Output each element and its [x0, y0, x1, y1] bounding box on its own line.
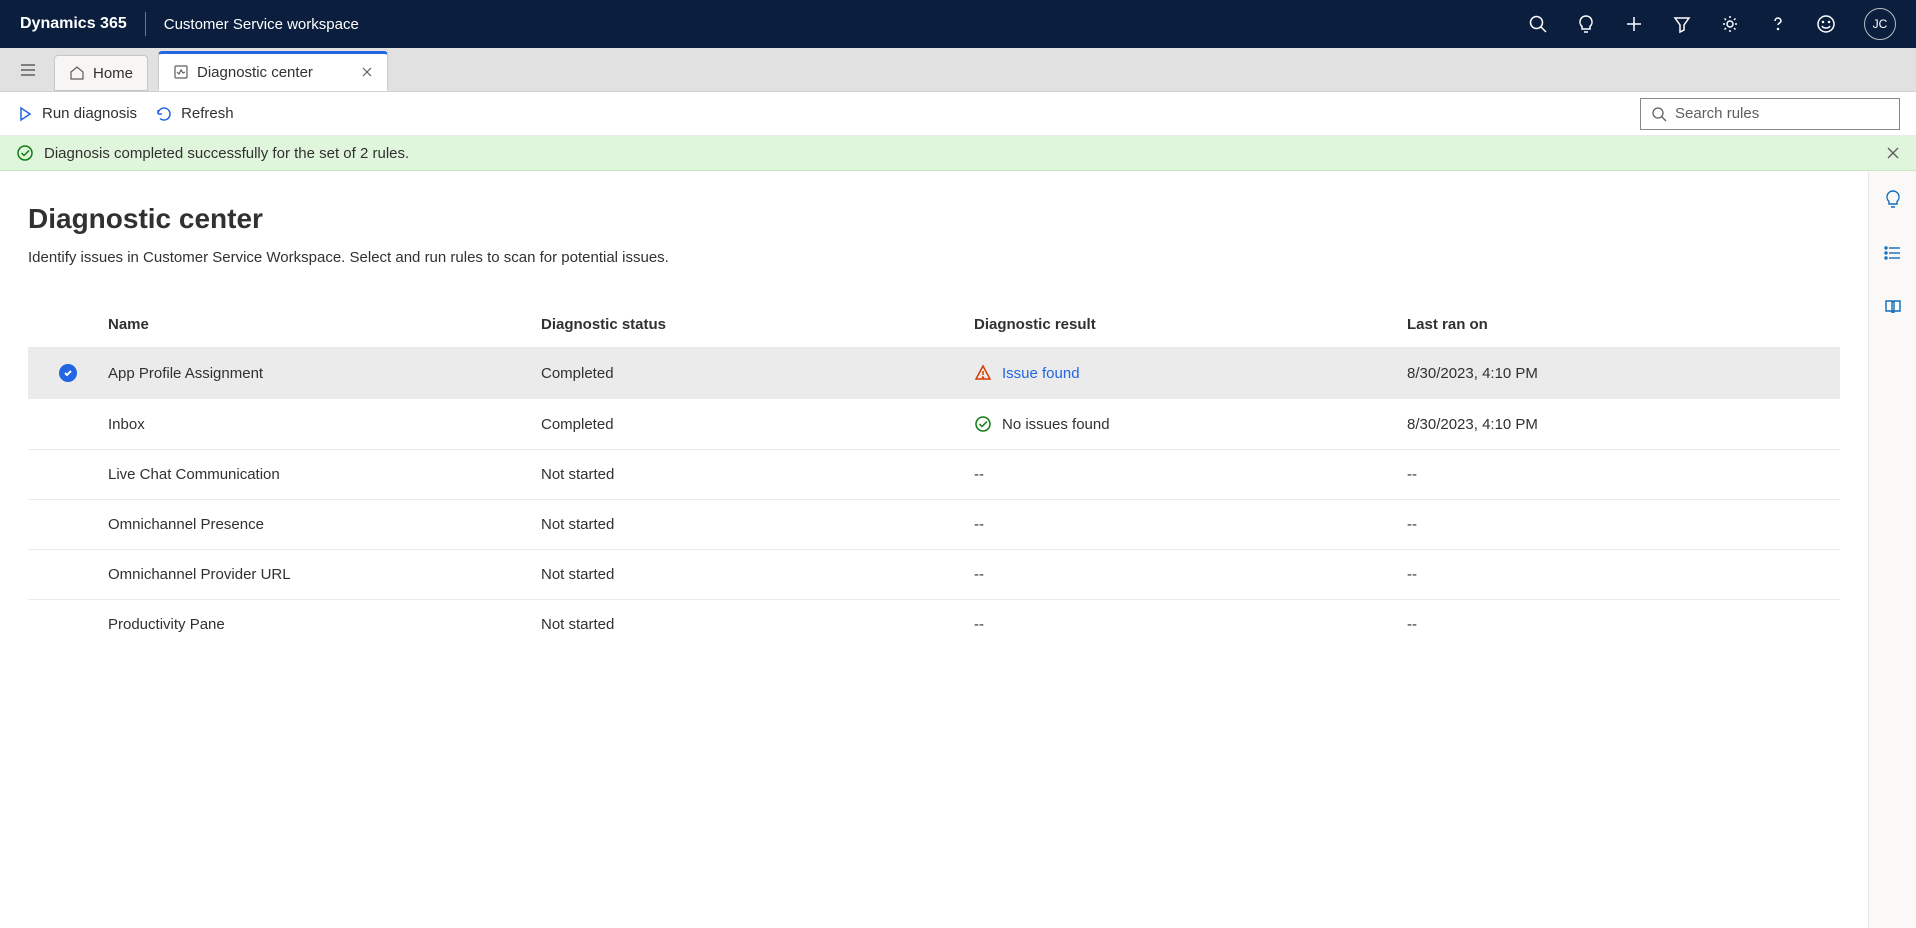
tab-bar: Home Diagnostic center	[0, 48, 1916, 92]
row-name: Productivity Pane	[108, 616, 541, 633]
col-name[interactable]: Name	[108, 316, 541, 333]
search-rules-box[interactable]	[1640, 98, 1900, 130]
warning-icon	[974, 364, 992, 382]
col-status[interactable]: Diagnostic status	[541, 316, 974, 333]
row-checked-icon	[59, 364, 77, 382]
rules-table: Name Diagnostic status Diagnostic result…	[28, 302, 1840, 649]
row-status: Not started	[541, 616, 974, 633]
row-name: Inbox	[108, 416, 541, 433]
row-status: Not started	[541, 516, 974, 533]
notification-text: Diagnosis completed successfully for the…	[44, 145, 1876, 162]
row-name: Live Chat Communication	[108, 466, 541, 483]
search-rules-input[interactable]	[1675, 105, 1889, 122]
search-icon[interactable]	[1528, 14, 1548, 34]
run-diagnosis-label: Run diagnosis	[42, 105, 137, 122]
row-name: Omnichannel Provider URL	[108, 566, 541, 583]
row-last-ran: --	[1407, 466, 1840, 483]
diagnostic-icon	[173, 64, 189, 80]
row-status: Not started	[541, 566, 974, 583]
row-last-ran: --	[1407, 566, 1840, 583]
success-notification: Diagnosis completed successfully for the…	[0, 136, 1916, 171]
tab-home-label: Home	[93, 65, 133, 82]
help-icon[interactable]	[1768, 14, 1788, 34]
table-row[interactable]: Omnichannel Provider URLNot started----	[28, 549, 1840, 599]
brand-label: Dynamics 365	[20, 15, 127, 33]
row-name: Omnichannel Presence	[108, 516, 541, 533]
row-last-ran: --	[1407, 516, 1840, 533]
table-row[interactable]: App Profile AssignmentCompletedIssue fou…	[28, 347, 1840, 398]
success-check-icon	[16, 144, 34, 162]
refresh-button[interactable]: Refresh	[155, 105, 234, 123]
row-result: No issues found	[974, 415, 1407, 433]
row-result[interactable]: Issue found	[974, 364, 1407, 382]
row-select-cell[interactable]	[28, 364, 108, 382]
filter-icon[interactable]	[1672, 14, 1692, 34]
lightbulb-icon[interactable]	[1576, 14, 1596, 34]
row-status: Completed	[541, 365, 974, 382]
nav-divider	[145, 12, 146, 36]
workspace-label: Customer Service workspace	[164, 16, 359, 33]
tab-active-label: Diagnostic center	[197, 64, 313, 81]
row-last-ran: --	[1407, 616, 1840, 633]
table-row[interactable]: Omnichannel PresenceNot started----	[28, 499, 1840, 549]
table-row[interactable]: Productivity PaneNot started----	[28, 599, 1840, 649]
success-icon	[974, 415, 992, 433]
page-subtitle: Identify issues in Customer Service Work…	[28, 249, 1840, 266]
row-status: Completed	[541, 416, 974, 433]
row-name: App Profile Assignment	[108, 365, 541, 382]
right-rail	[1868, 171, 1916, 928]
row-result: --	[974, 616, 1407, 633]
table-row[interactable]: InboxCompletedNo issues found8/30/2023, …	[28, 398, 1840, 449]
close-tab-icon[interactable]	[361, 66, 373, 78]
rail-list-icon[interactable]	[1877, 237, 1909, 269]
gear-icon[interactable]	[1720, 14, 1740, 34]
row-result: --	[974, 466, 1407, 483]
row-result: --	[974, 516, 1407, 533]
row-last-ran: 8/30/2023, 4:10 PM	[1407, 365, 1840, 382]
row-result: --	[974, 566, 1407, 583]
home-icon	[69, 65, 85, 81]
page-title: Diagnostic center	[28, 203, 1840, 235]
table-row[interactable]: Live Chat CommunicationNot started----	[28, 449, 1840, 499]
command-bar: Run diagnosis Refresh	[0, 92, 1916, 136]
hamburger-menu-icon[interactable]	[12, 52, 44, 88]
rail-book-icon[interactable]	[1877, 291, 1909, 323]
refresh-label: Refresh	[181, 105, 234, 122]
col-last-ran[interactable]: Last ran on	[1407, 316, 1840, 333]
close-notification-icon[interactable]	[1886, 146, 1900, 160]
run-diagnosis-button[interactable]: Run diagnosis	[16, 105, 137, 123]
table-header-row: Name Diagnostic status Diagnostic result…	[28, 302, 1840, 347]
row-status: Not started	[541, 466, 974, 483]
global-navbar: Dynamics 365 Customer Service workspace …	[0, 0, 1916, 48]
rail-lightbulb-icon[interactable]	[1877, 183, 1909, 215]
row-last-ran: 8/30/2023, 4:10 PM	[1407, 416, 1840, 433]
tab-home[interactable]: Home	[54, 55, 148, 91]
col-result[interactable]: Diagnostic result	[974, 316, 1407, 333]
user-avatar[interactable]: JC	[1864, 8, 1896, 40]
plus-icon[interactable]	[1624, 14, 1644, 34]
main-content: Diagnostic center Identify issues in Cus…	[0, 171, 1868, 928]
tab-diagnostic-center[interactable]: Diagnostic center	[158, 51, 388, 91]
emoji-icon[interactable]	[1816, 14, 1836, 34]
